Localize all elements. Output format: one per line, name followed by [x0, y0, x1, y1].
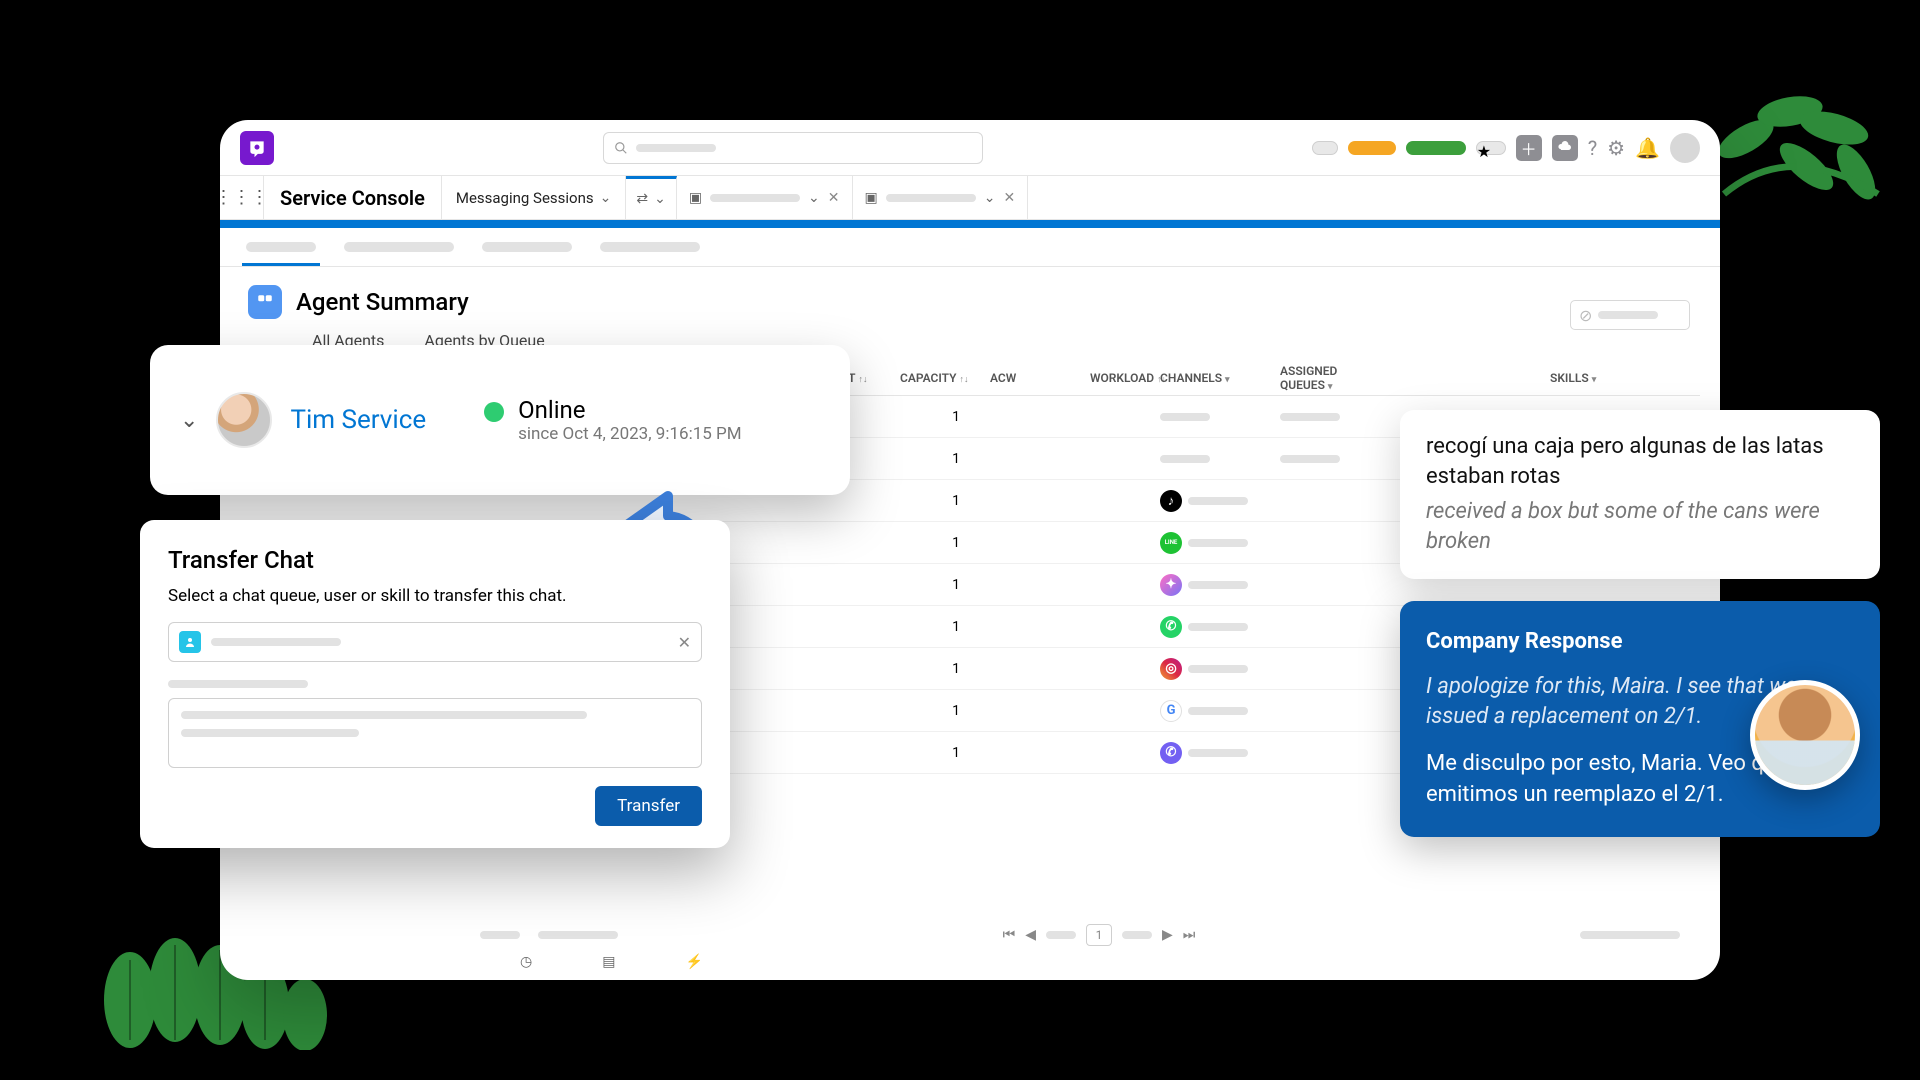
record-icon: ▣: [865, 190, 878, 206]
filter-button[interactable]: ⊘: [1570, 300, 1690, 330]
notifications-icon[interactable]: 🔔: [1635, 136, 1660, 160]
add-icon[interactable]: ＋: [1516, 135, 1542, 161]
record-icon: ▣: [689, 190, 702, 206]
favorite-toggle[interactable]: ★: [1476, 141, 1506, 155]
status-pill-green: [1406, 141, 1466, 155]
notes-icon[interactable]: ▤: [602, 954, 615, 970]
chevron-down-icon: ⌄: [654, 191, 666, 207]
agent-summary-icon: [248, 285, 282, 319]
help-icon[interactable]: ?: [1588, 136, 1597, 160]
modal-description: Select a chat queue, user or skill to tr…: [168, 586, 702, 606]
close-icon[interactable]: ✕: [828, 190, 840, 206]
workspace-tab[interactable]: ▣ ⌄ ✕: [853, 176, 1029, 219]
page-number[interactable]: 1: [1086, 924, 1112, 946]
pager-first-icon[interactable]: ⏮: [1003, 927, 1016, 943]
pager-prev-icon[interactable]: ◀: [1025, 927, 1036, 943]
whatsapp-icon: ✆: [1160, 616, 1182, 638]
response-header: Company Response: [1426, 627, 1854, 658]
clear-icon[interactable]: ✕: [678, 633, 691, 652]
chevron-down-icon: ⌄: [984, 190, 996, 206]
presence-since: since Oct 4, 2023, 9:16:15 PM: [518, 424, 741, 444]
agent-photo: [216, 392, 272, 448]
line-icon: LINE: [1160, 532, 1182, 554]
close-icon[interactable]: ✕: [1003, 190, 1015, 206]
settings-icon[interactable]: ⚙: [1607, 136, 1625, 160]
utility-bar: ◷ ▤ ⚡: [520, 948, 703, 976]
chevron-down-icon[interactable]: ⌄: [180, 408, 198, 433]
page-tab[interactable]: [482, 242, 572, 252]
app-launcher-icon[interactable]: ⋮⋮⋮: [220, 176, 264, 219]
status-pill-orange: [1348, 141, 1396, 155]
chevron-down-icon: ⌄: [600, 190, 612, 206]
nav-item-messaging-sessions[interactable]: Messaging Sessions⌄: [442, 176, 627, 219]
incoming-original-text: recogí una caja pero algunas de las lata…: [1426, 432, 1854, 491]
page-tab[interactable]: [344, 242, 454, 252]
tiktok-icon: ♪: [1160, 490, 1182, 512]
transfer-target-input[interactable]: ✕: [168, 622, 702, 662]
messenger-icon: ✦: [1160, 574, 1182, 596]
pager-last-icon[interactable]: ⏭: [1183, 927, 1196, 943]
workspace-tab[interactable]: ▣ ⌄ ✕: [677, 176, 853, 219]
transfer-message-input[interactable]: [168, 698, 702, 768]
incoming-translation-text: received a box but some of the cans were…: [1426, 497, 1854, 556]
transfer-chat-modal: Transfer Chat Select a chat queue, user …: [140, 520, 730, 848]
chevron-down-icon: ⌄: [808, 190, 820, 206]
status-pill: [1312, 141, 1338, 155]
agent-name[interactable]: Tim Service: [290, 405, 426, 435]
supervisor-icon: ⇄: [636, 191, 648, 207]
history-icon[interactable]: ◷: [520, 954, 532, 970]
global-search[interactable]: [603, 132, 983, 164]
nav-item-omni-supervisor[interactable]: ⇄ ⌄: [626, 176, 676, 219]
salesforce-cloud-icon[interactable]: [1552, 135, 1578, 161]
presence-status: Online: [518, 396, 741, 424]
macros-icon[interactable]: ⚡: [685, 954, 702, 970]
responder-avatar: [1750, 680, 1860, 790]
presence-indicator: [484, 402, 504, 422]
app-name: Service Console: [264, 176, 442, 219]
search-icon: [614, 141, 628, 155]
section-header: Agent Summary: [220, 267, 1720, 319]
incoming-message: recogí una caja pero algunas de las lata…: [1400, 410, 1880, 579]
page-tab[interactable]: [600, 242, 700, 252]
viber-icon: ✆: [1160, 742, 1182, 764]
instagram-icon: ◎: [1160, 658, 1182, 680]
pager-next-icon[interactable]: ▶: [1162, 927, 1173, 943]
modal-title: Transfer Chat: [168, 546, 702, 574]
clear-icon: ⊘: [1579, 306, 1592, 325]
transfer-button[interactable]: Transfer: [595, 786, 702, 826]
user-avatar[interactable]: [1670, 133, 1700, 163]
page-tab[interactable]: [246, 242, 316, 252]
accent-band: [220, 220, 1720, 228]
pagination-bar: ⏮ ◀ 1 ▶ ⏭: [480, 920, 1680, 950]
page-tabs: [220, 228, 1720, 267]
section-title: Agent Summary: [296, 288, 469, 316]
agent-status-card: ⌄ Tim Service Online since Oct 4, 2023, …: [150, 345, 850, 495]
global-header: ★ ＋ ? ⚙ 🔔: [220, 120, 1720, 176]
app-nav: ⋮⋮⋮ Service Console Messaging Sessions⌄ …: [220, 176, 1720, 220]
google-icon: G: [1160, 700, 1182, 722]
user-icon: [179, 631, 201, 653]
product-logo: [240, 131, 274, 165]
